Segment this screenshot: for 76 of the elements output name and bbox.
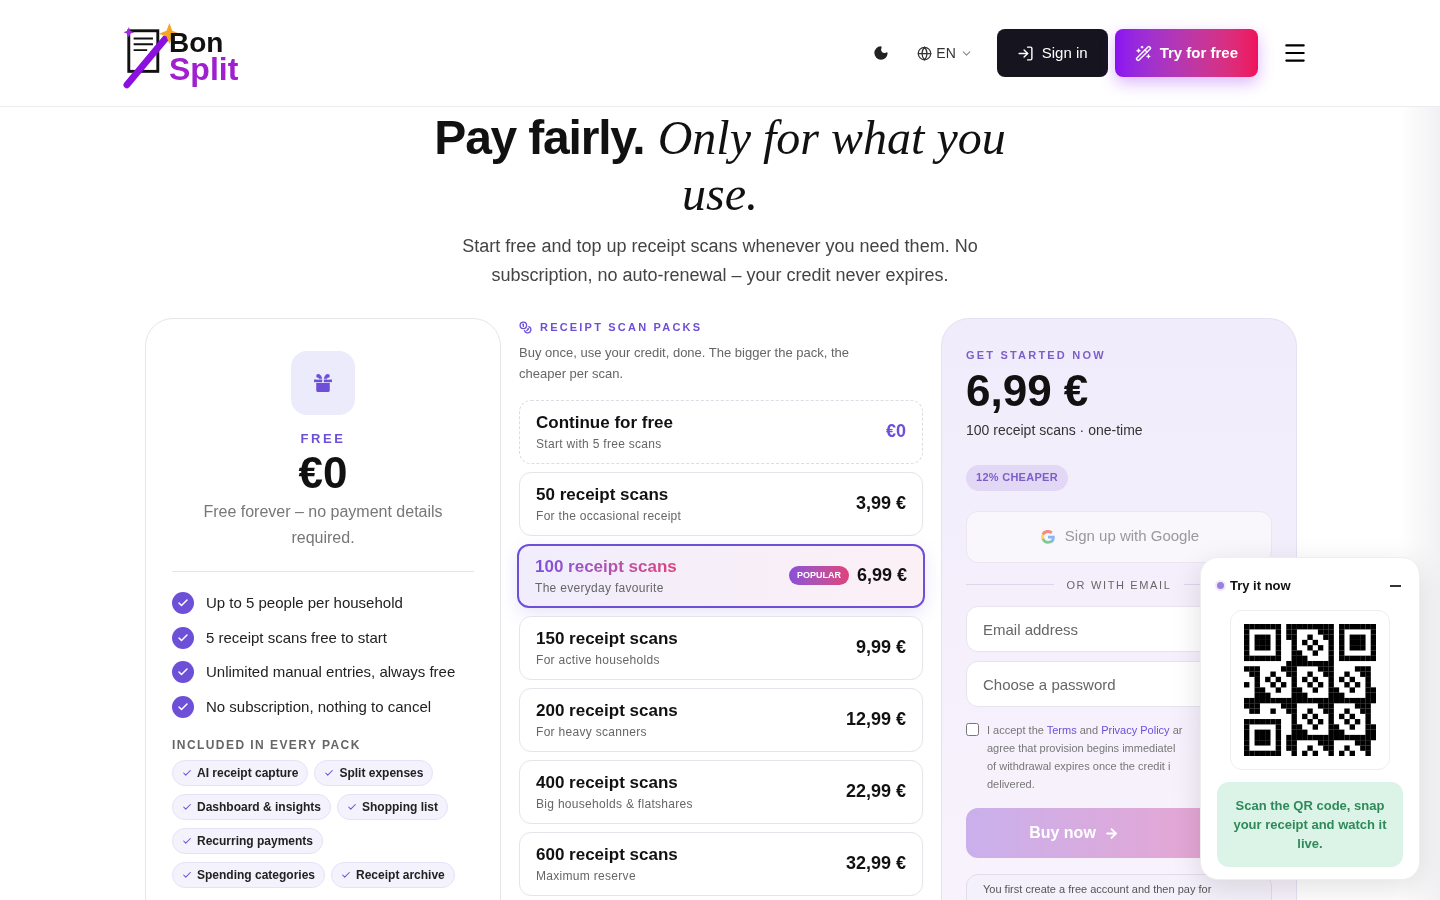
plan-price: €0 (298, 449, 348, 497)
pack-price: €0 (885, 420, 906, 443)
pack-name: 150 receipt scans (536, 627, 678, 650)
check-icon (347, 802, 357, 812)
popup-message: Scan the QR code, snap your receipt and watch it live. (1217, 781, 1403, 867)
check-icon (172, 592, 194, 615)
pack-price: 32,99 € (845, 852, 906, 875)
divider-label: OR WITH EMAIL (1066, 577, 1172, 593)
coins-icon (519, 320, 532, 334)
pack-description: Maximum reserve (536, 868, 637, 886)
check-icon (172, 661, 194, 684)
packs-intro: Buy once, use your credit, done. The bigger the pack, the cheaper per scan. (519, 343, 851, 383)
consent-link[interactable]: Terms (1046, 724, 1077, 736)
feature-text: Up to 5 people per household (206, 593, 403, 613)
pack-name: 600 receipt scans (536, 843, 678, 866)
check-icon (182, 836, 192, 846)
sign-in-button[interactable]: Sign in (996, 29, 1108, 77)
pack-price: 12,99 € (845, 708, 906, 731)
checkout-label: GET STARTED NOW (966, 348, 1107, 363)
pack-description: The everyday favourite (535, 580, 665, 598)
sign-in-icon (1016, 44, 1034, 62)
pack-description: For the occasional receipt (536, 508, 682, 526)
checkout-summary: 100 receipt scans · one-time (966, 420, 1144, 440)
check-icon (172, 695, 194, 718)
pack-name: 50 receipt scans (536, 483, 670, 506)
pack-option[interactable]: 150 receipt scans For active households 9,99 € (519, 615, 923, 680)
gift-icon (291, 351, 355, 415)
try-free-button[interactable]: Try for free (1114, 29, 1258, 77)
feature-text: 5 receipt scans free to start (206, 627, 387, 648)
pack-option[interactable]: 600 receipt scans Maximum reserve 32,99 € (519, 831, 923, 896)
pack-option[interactable]: 100 receipt scans The everyday favourite POPULAR 6,99 € (517, 543, 925, 608)
popular-badge: POPULAR (788, 565, 849, 586)
feature-text: Unlimited manual entries, always free (206, 662, 456, 682)
plan-note: Free forever – no payment details required. (202, 502, 444, 548)
pack-description: For heavy scanners (536, 724, 648, 742)
consent-link[interactable]: Privacy Policy (1101, 724, 1170, 736)
pack-name: Continue for free (536, 411, 673, 434)
check-icon (172, 626, 194, 649)
consent-checkbox[interactable] (966, 723, 979, 736)
page-heading: Pay fairly. Only for what you use. (433, 110, 1007, 222)
feature-text: No subscription, nothing to cancel (206, 696, 432, 717)
pack-option[interactable]: 200 receipt scans For heavy scanners 12,99 € (519, 687, 923, 752)
pack-price: 9,99 € (855, 636, 906, 659)
globe-icon (917, 45, 933, 61)
google-icon (1038, 527, 1057, 546)
check-icon (182, 870, 192, 880)
pack-description: Big households & flatshares (536, 796, 693, 814)
pack-name: 200 receipt scans (536, 699, 678, 722)
language-selector[interactable]: EN (917, 42, 973, 64)
check-icon (182, 802, 192, 812)
pack-price: 6,99 € (856, 564, 907, 587)
included-heading: INCLUDED IN EVERY PACK (172, 737, 361, 754)
check-icon (341, 870, 352, 880)
logo-text: Bon (169, 30, 224, 56)
saving-badge: 12% CHEAPER (966, 464, 1068, 491)
check-icon (182, 768, 192, 778)
checkout-price: 6,99 € (966, 365, 1090, 416)
info-text: You first create a free account and then pay for (983, 882, 1213, 897)
minimize-icon (1389, 585, 1401, 587)
packs-heading: RECEIPT SCAN PACKS (540, 320, 703, 335)
page-subtitle: Start free and top up receipt scans whenever you need them. No subscription, no auto-renewal – your credit never expires. (461, 235, 979, 287)
check-icon (324, 768, 335, 778)
consent-text: I accept the Terms and Privacy Policy ar agree that provision begins immediatel of withdrawal expires once the credit i delivered. (987, 723, 1184, 792)
pack-description: For active households (536, 652, 661, 670)
pack-price: 3,99 € (855, 492, 906, 515)
pack-option[interactable]: 50 receipt scans For the occasional receipt 3,99 € (519, 471, 923, 536)
moon-icon (873, 45, 890, 61)
plan-label: FREE (300, 431, 346, 447)
pack-price: 22,99 € (845, 780, 906, 803)
magic-wand-icon (1134, 44, 1152, 62)
pack-option[interactable]: 400 receipt scans Big households & flatshares 22,99 € (519, 759, 923, 824)
pack-description: Start with 5 free scans (536, 436, 663, 454)
pack-option[interactable]: Continue for free Start with 5 free scans €0 (519, 399, 923, 464)
arrow-right-icon (1103, 825, 1119, 841)
pack-name: 400 receipt scans (536, 771, 679, 794)
popup-title: Try it now (1230, 577, 1291, 595)
